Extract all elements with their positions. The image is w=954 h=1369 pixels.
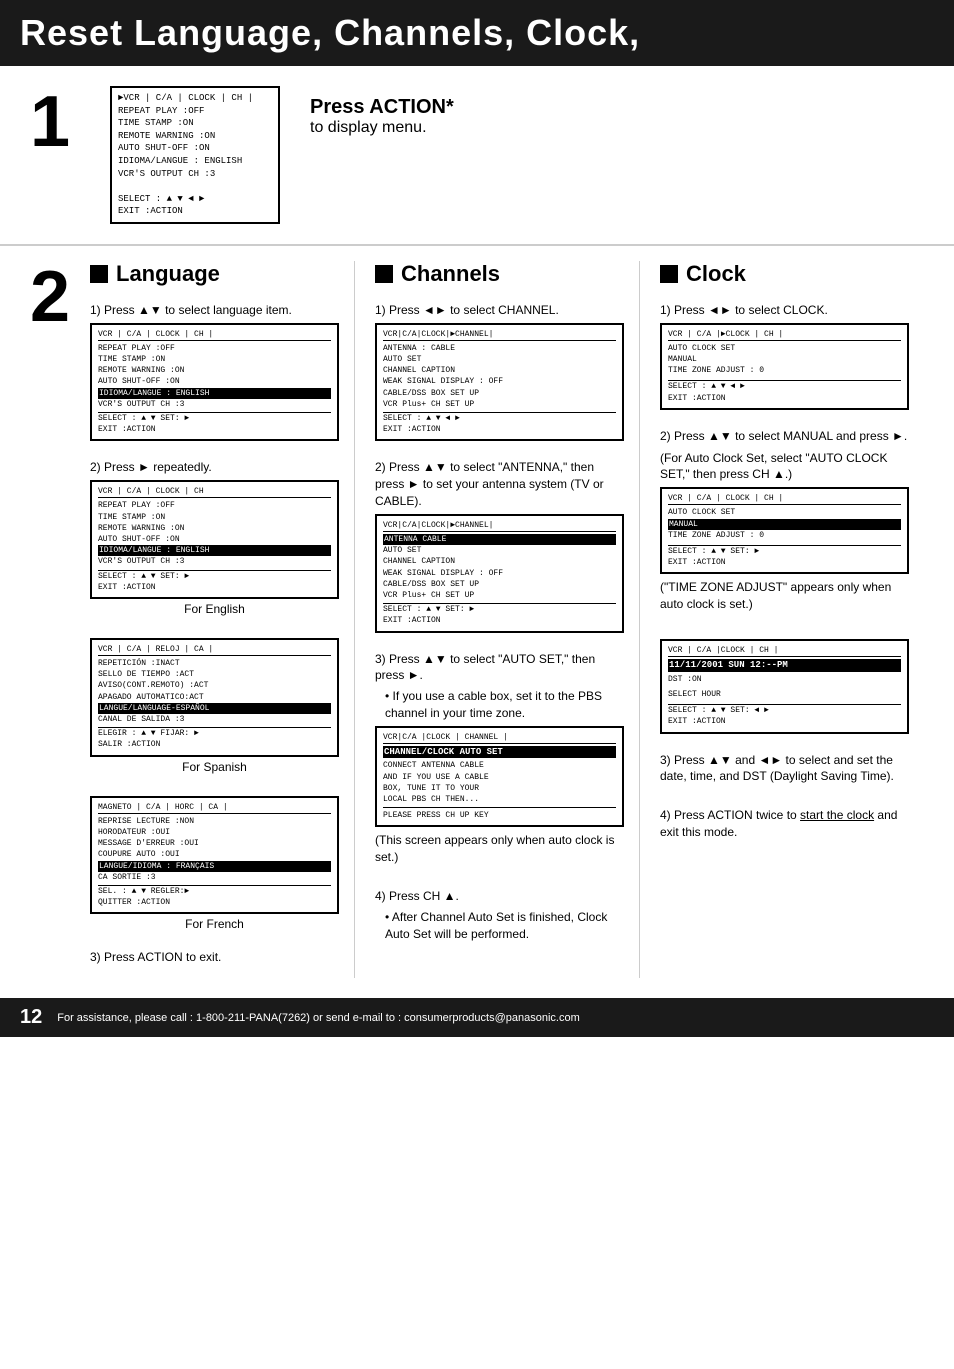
ch-bullet4: • After Channel Auto Set is finished, Cl… — [385, 909, 624, 943]
clock-title: Clock — [660, 261, 909, 287]
step2-number: 2 — [30, 261, 90, 333]
lang-step1: 1) Press ▲▼ to select language item. VCR… — [90, 302, 339, 441]
page-number: 12 — [20, 1006, 42, 1029]
lang-screen2: VCR | C/A | CLOCK | CH REPEAT PLAY :OFF … — [90, 480, 339, 599]
step1-screen: ►VCR | C/A | CLOCK | CH | REPEAT PLAY :O… — [110, 86, 280, 224]
clk-step2: 2) Press ▲▼ to select MANUAL and press ►… — [660, 428, 909, 617]
clk-screen3: VCR | C/A |CLOCK | CH | 11/11/2001 SUN 1… — [660, 639, 909, 734]
ch-screen2: VCR|C/A|CLOCK|►CHANNEL| ANTENNA CABLE AU… — [375, 514, 624, 633]
language-title-text: Language — [116, 261, 220, 287]
columns-wrapper: Language 1) Press ▲▼ to select language … — [90, 261, 924, 978]
lang-step2: 2) Press ► repeatedly. VCR | C/A | CLOCK… — [90, 459, 339, 615]
clk-step3-text: 3) Press ▲▼ and ◄► to select and set the… — [660, 752, 909, 786]
step1-sub-text: to display menu. — [310, 119, 454, 137]
clk-step1-text: 1) Press ◄► to select CLOCK. — [660, 302, 909, 319]
channels-title-text: Channels — [401, 261, 500, 287]
clk-step4: 4) Press ACTION twice to start the clock… — [660, 807, 909, 845]
language-title: Language — [90, 261, 339, 287]
lang-step1-text: 1) Press ▲▼ to select language item. — [90, 302, 339, 319]
page-footer: 12 For assistance, please call : 1-800-2… — [0, 998, 954, 1037]
press-action-text: Press ACTION* — [310, 96, 454, 119]
ch-screen3: VCR|C/A |CLOCK | CHANNEL | CHANNEL/CLOCK… — [375, 726, 624, 828]
ch-step2: 2) Press ▲▼ to select "ANTENNA," then pr… — [375, 459, 624, 632]
ch-step1-text: 1) Press ◄► to select CHANNEL. — [375, 302, 624, 319]
ch-step3-text: 3) Press ▲▼ to select "AUTO SET," then p… — [375, 651, 624, 685]
lang-screen1: VCR | C/A | CLOCK | CH | REPEAT PLAY :OF… — [90, 323, 339, 442]
clock-icon — [660, 265, 678, 283]
ch-step1: 1) Press ◄► to select CHANNEL. VCR|C/A|C… — [375, 302, 624, 441]
clk-step2-text: 2) Press ▲▼ to select MANUAL and press ►… — [660, 428, 909, 445]
language-icon — [90, 265, 108, 283]
lang-french: MAGNETO | C/A | HORC | CA | REPRISE LECT… — [90, 792, 339, 932]
lang-step3-text: 3) Press ACTION to exit. — [90, 949, 339, 966]
step1-section: 1 ►VCR | C/A | CLOCK | CH | REPEAT PLAY … — [0, 66, 954, 246]
ch-step4: 4) Press CH ▲. • After Channel Auto Set … — [375, 888, 624, 946]
clk-screen1: VCR | C/A |►CLOCK | CH | AUTO CLOCK SET … — [660, 323, 909, 410]
channels-icon — [375, 265, 393, 283]
ch-screen1: VCR|C/A|CLOCK|►CHANNEL| ANTENNA : CABLE … — [375, 323, 624, 442]
channels-title: Channels — [375, 261, 624, 287]
step2-section: 2 Language 1) Press ▲▼ to select languag… — [0, 246, 954, 988]
ch-step4-text: 4) Press CH ▲. — [375, 888, 624, 905]
page-header: Reset Language, Channels, Clock, — [0, 0, 954, 66]
clk-step2-note: (For Auto Clock Set, select "AUTO CLOCK … — [660, 450, 909, 484]
lang-screen4: MAGNETO | C/A | HORC | CA | REPRISE LECT… — [90, 796, 339, 915]
lang-spanish: VCR | C/A | RELOJ | CA | REPETICIÓN :INA… — [90, 634, 339, 774]
clk-screen3-item: VCR | C/A |CLOCK | CH | 11/11/2001 SUN 1… — [660, 635, 909, 734]
language-column: Language 1) Press ▲▼ to select language … — [90, 261, 355, 978]
step1-screen-title: ►VCR | C/A | CLOCK | CH | — [118, 92, 272, 105]
clk-screen2: VCR | C/A | CLOCK | CH | AUTO CLOCK SET … — [660, 487, 909, 574]
channels-column: Channels 1) Press ◄► to select CHANNEL. … — [375, 261, 640, 978]
clock-title-text: Clock — [686, 261, 746, 287]
ch-note3: (This screen appears only when auto cloc… — [375, 832, 624, 866]
lang-screen3: VCR | C/A | RELOJ | CA | REPETICIÓN :INA… — [90, 638, 339, 757]
start-clock-link: start the clock — [800, 808, 874, 822]
clk-step4-text: 4) Press ACTION twice to start the clock… — [660, 807, 909, 841]
lang-label-english: For English — [90, 602, 339, 616]
step1-number: 1 — [30, 86, 90, 158]
footer-text: For assistance, please call : 1-800-211-… — [57, 1012, 580, 1024]
step1-instructions: Press ACTION* to display menu. — [310, 86, 454, 137]
clk-step1: 1) Press ◄► to select CLOCK. VCR | C/A |… — [660, 302, 909, 410]
lang-step3: 3) Press ACTION to exit. — [90, 949, 339, 970]
page-title: Reset Language, Channels, Clock, — [20, 12, 640, 53]
clk-timezone-note: ("TIME ZONE ADJUST" appears only when au… — [660, 579, 909, 613]
clk-step3: 3) Press ▲▼ and ◄► to select and set the… — [660, 752, 909, 790]
lang-label-spanish: For Spanish — [90, 760, 339, 774]
clock-column: Clock 1) Press ◄► to select CLOCK. VCR |… — [660, 261, 924, 978]
step1-content: ►VCR | C/A | CLOCK | CH | REPEAT PLAY :O… — [110, 86, 454, 224]
ch-bullet3: • If you use a cable box, set it to the … — [385, 688, 624, 722]
ch-step3: 3) Press ▲▼ to select "AUTO SET," then p… — [375, 651, 624, 871]
lang-step2-text: 2) Press ► repeatedly. — [90, 459, 339, 476]
ch-step2-text: 2) Press ▲▼ to select "ANTENNA," then pr… — [375, 459, 624, 509]
lang-label-french: For French — [90, 917, 339, 931]
